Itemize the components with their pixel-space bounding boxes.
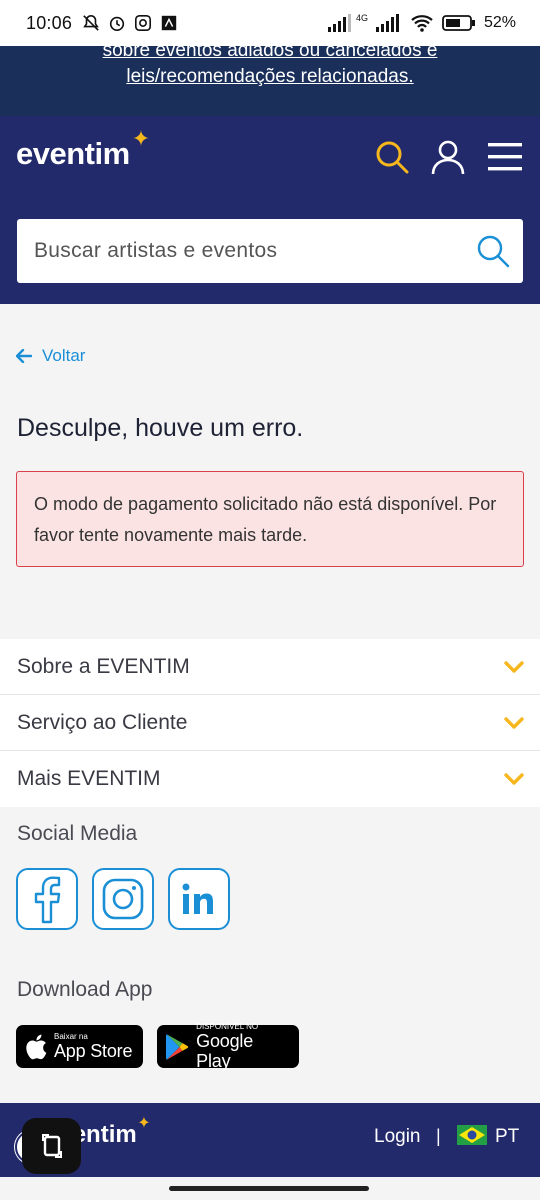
notice-link[interactable]: sobre eventos adiados ou cancelados e le… [0,46,540,90]
google-play-button[interactable]: DISPONÍVEL NO Google Play [157,1022,299,1071]
accordion-label: Sobre a EVENTIM [17,654,190,678]
social-links [16,868,230,930]
accordion-item-servico[interactable]: Serviço ao Cliente [0,695,540,751]
language-selector[interactable]: PT [495,1126,519,1148]
status-bar: 10:06 4G 52% [0,0,540,46]
instagram-status-icon [135,14,152,32]
search-icon [376,141,409,174]
search-submit-icon[interactable] [475,233,511,269]
signal-icon [327,14,351,32]
app-store-big-text: App Store [54,1041,133,1061]
wifi-icon [411,15,433,32]
apple-icon [26,1034,47,1059]
back-label: Voltar [42,346,86,365]
google-play-big-text: Google Play [196,1031,254,1071]
store-badges: Baixar na App Store DISPONÍVEL NO Google… [16,1022,299,1071]
status-time: 10:06 [26,12,73,33]
back-link[interactable]: Voltar [16,346,85,366]
accordion-item-mais[interactable]: Mais EVENTIM [0,751,540,807]
menu-button[interactable] [486,138,524,176]
hamburger-icon [488,143,522,171]
rotate-screen-button[interactable] [22,1118,81,1174]
alarm-icon [109,16,125,32]
site-header: eventim ✦ [0,116,540,304]
accordion-item-sobre[interactable]: Sobre a EVENTIM [0,639,540,695]
app-store-small-text: Baixar na [54,1032,88,1041]
app-notification-icon [161,15,177,31]
error-title: Desculpe, houve um erro. [17,414,304,442]
battery-percent: 52% [483,14,516,31]
mute-icon [83,14,99,31]
search-bar [17,219,523,283]
accordion-label: Mais EVENTIM [17,767,161,790]
social-media-heading: Social Media [17,822,138,845]
eventim-logo[interactable]: eventim ✦ [16,126,150,172]
search-input[interactable] [34,239,475,263]
instagram-icon [102,878,144,920]
accordion-label: Serviço ao Cliente [17,710,188,734]
system-navigation-bar [0,1177,540,1200]
home-gesture-handle[interactable] [169,1186,369,1191]
battery-icon [442,15,475,31]
brazil-flag-icon[interactable] [457,1125,487,1145]
logo-star-icon: ✦ [131,126,150,151]
chevron-down-icon [504,660,524,673]
google-play-small-text: DISPONÍVEL NO [196,1022,259,1031]
signal-2-icon [375,14,399,32]
facebook-link[interactable] [16,868,78,930]
error-message-box: O modo de pagamento solicitado não está … [16,471,524,567]
facebook-icon [34,876,61,924]
account-button[interactable] [429,138,467,176]
rotate-icon [41,1134,62,1158]
chevron-down-icon [504,716,524,729]
app-store-button[interactable]: Baixar na App Store [16,1025,143,1068]
footer-accordion: Sobre a EVENTIM Serviço ao Cliente Mais … [0,639,540,807]
arrow-left-icon [16,349,32,363]
linkedin-icon [182,883,213,914]
google-play-icon [165,1033,189,1060]
network-type: 4G [355,13,368,23]
logo-text: eventim [16,136,130,171]
footer-logo-star-icon: ✦ [137,1115,151,1132]
notice-banner: sobre eventos adiados ou cancelados e le… [0,46,540,116]
footer-separator: | [436,1126,441,1146]
instagram-link[interactable] [92,868,154,930]
chevron-down-icon [504,773,524,785]
download-app-heading: Download App [17,978,153,1001]
error-message: O modo de pagamento solicitado não está … [34,494,497,545]
linkedin-link[interactable] [168,868,230,930]
search-button[interactable] [373,138,411,176]
site-footer: eventim ✦ Login | PT [0,1103,540,1177]
user-icon [431,140,465,175]
login-link[interactable]: Login [374,1126,421,1148]
